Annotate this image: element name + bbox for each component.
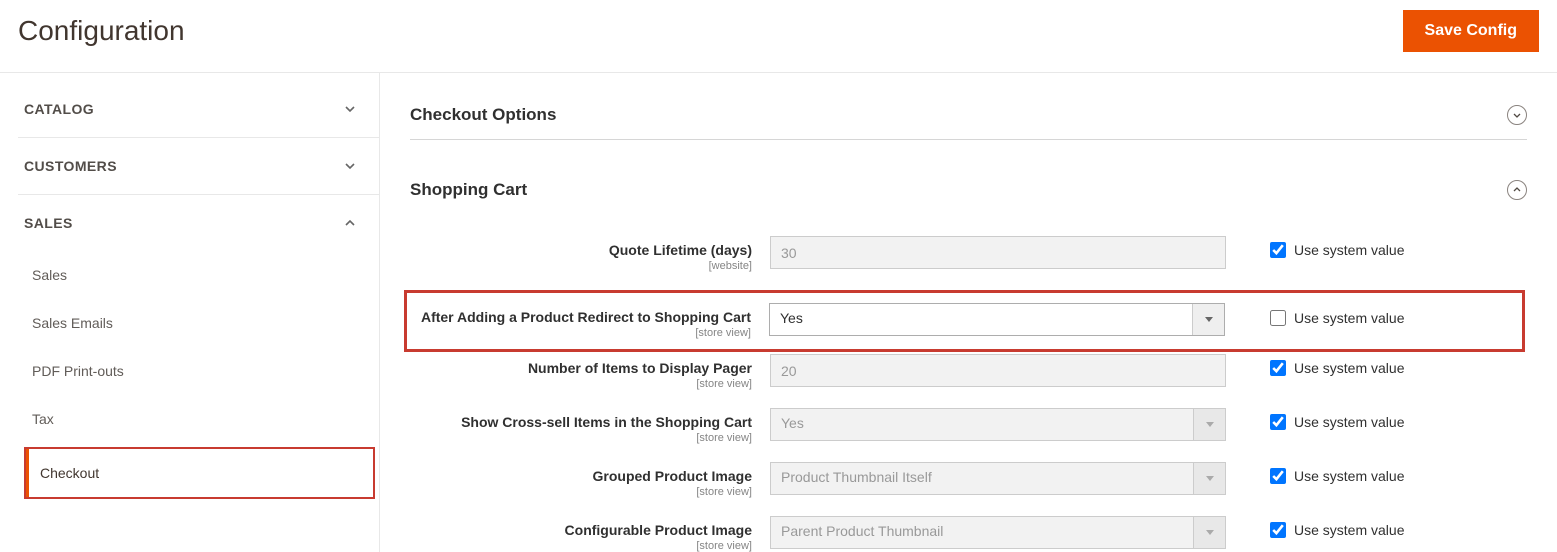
group-title: Shopping Cart [410, 180, 527, 200]
sidebar: CATALOG CUSTOMERS SALES [0, 73, 380, 552]
sidebar-section-label: SALES [24, 215, 73, 231]
field-cross-sell: Show Cross-sell Items in the Shopping Ca… [410, 408, 1527, 444]
use-system-checkbox[interactable] [1270, 360, 1286, 376]
select-value: Yes [771, 409, 1193, 440]
use-system-label[interactable]: Use system value [1294, 522, 1404, 538]
collapse-icon [1507, 180, 1527, 200]
chevron-up-icon [343, 216, 357, 230]
redirect-cart-select[interactable]: Yes [769, 303, 1225, 336]
field-label: Configurable Product Image [565, 522, 752, 538]
field-scope: [website] [410, 260, 752, 272]
field-label: Quote Lifetime (days) [609, 242, 752, 258]
dropdown-caret-icon [1193, 463, 1225, 494]
chevron-down-icon [343, 159, 357, 173]
expand-icon [1507, 105, 1527, 125]
group-title: Checkout Options [410, 105, 556, 125]
use-system-checkbox[interactable] [1270, 310, 1286, 326]
dropdown-caret-icon [1193, 517, 1225, 548]
items-pager-input [770, 354, 1226, 387]
dropdown-caret-icon [1192, 304, 1224, 335]
use-system-label[interactable]: Use system value [1294, 414, 1404, 430]
field-label: Number of Items to Display Pager [528, 360, 752, 376]
use-system-checkbox[interactable] [1270, 414, 1286, 430]
sidebar-section-customers[interactable]: CUSTOMERS [18, 138, 379, 194]
use-system-checkbox[interactable] [1270, 242, 1286, 258]
field-scope: [store view] [410, 540, 752, 552]
sidebar-item-sales-emails[interactable]: Sales Emails [18, 299, 379, 347]
use-system-label[interactable]: Use system value [1294, 468, 1404, 484]
use-system-label[interactable]: Use system value [1294, 360, 1404, 376]
use-system-label[interactable]: Use system value [1294, 242, 1404, 258]
sidebar-item-checkout[interactable]: Checkout [26, 449, 373, 497]
field-scope: [store view] [410, 486, 752, 498]
use-system-checkbox[interactable] [1270, 522, 1286, 538]
sidebar-item-sales[interactable]: Sales [18, 251, 379, 299]
group-checkout-options[interactable]: Checkout Options [410, 91, 1527, 140]
select-value: Product Thumbnail Itself [771, 463, 1193, 494]
field-scope: [store view] [410, 378, 752, 390]
field-configurable-image: Configurable Product Image [store view] … [410, 516, 1527, 552]
field-grouped-image: Grouped Product Image [store view] Produ… [410, 462, 1527, 498]
field-scope: [store view] [410, 432, 752, 444]
sidebar-section-sales[interactable]: SALES [18, 195, 379, 251]
use-system-checkbox[interactable] [1270, 468, 1286, 484]
cross-sell-select: Yes [770, 408, 1226, 441]
field-quote-lifetime: Quote Lifetime (days) [website] Use syst… [410, 236, 1527, 272]
field-scope: [store view] [409, 327, 751, 339]
use-system-label[interactable]: Use system value [1294, 310, 1404, 326]
save-config-button[interactable]: Save Config [1403, 10, 1539, 52]
chevron-down-icon [343, 102, 357, 116]
sidebar-item-tax[interactable]: Tax [18, 395, 379, 443]
sidebar-section-label: CATALOG [24, 101, 94, 117]
grouped-image-select: Product Thumbnail Itself [770, 462, 1226, 495]
sidebar-section-catalog[interactable]: CATALOG [18, 81, 379, 137]
sidebar-section-label: CUSTOMERS [24, 158, 117, 174]
field-label: After Adding a Product Redirect to Shopp… [421, 309, 751, 325]
quote-lifetime-input [770, 236, 1226, 269]
field-label: Grouped Product Image [593, 468, 752, 484]
select-value: Yes [770, 304, 1192, 335]
sidebar-item-pdf-printouts[interactable]: PDF Print-outs [18, 347, 379, 395]
field-label: Show Cross-sell Items in the Shopping Ca… [461, 414, 752, 430]
page-title: Configuration [18, 15, 185, 47]
field-items-pager: Number of Items to Display Pager [store … [410, 354, 1527, 390]
configurable-image-select: Parent Product Thumbnail [770, 516, 1226, 549]
page-header: Configuration Save Config [0, 0, 1557, 73]
dropdown-caret-icon [1193, 409, 1225, 440]
select-value: Parent Product Thumbnail [771, 517, 1193, 548]
main-content: Checkout Options Shopping Cart Quote Lif… [380, 73, 1557, 552]
group-shopping-cart[interactable]: Shopping Cart [410, 166, 1527, 214]
